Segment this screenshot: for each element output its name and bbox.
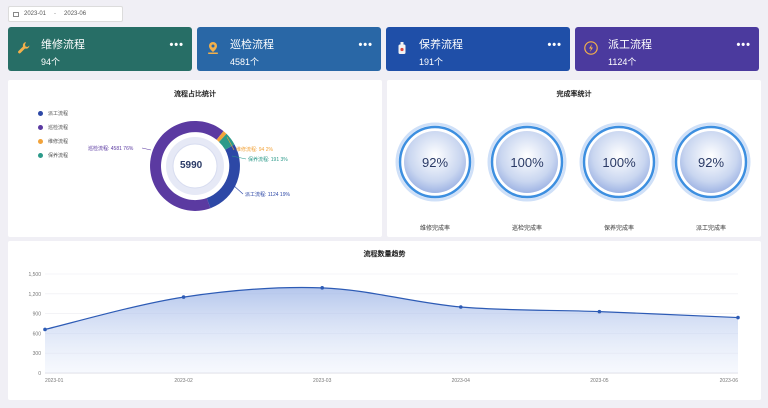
gauge-label: 派工完成率 [695, 226, 726, 232]
gauge-value: 100% [602, 155, 636, 170]
gauge-label: 保养完成率 [603, 226, 634, 232]
more-icon[interactable]: ••• [358, 39, 373, 51]
data-point [597, 309, 602, 314]
process-ratio-panel: 流程占比统计 派工流程 巡检流程 维修流程 保养流程 5990 巡检流程: 45… [8, 80, 382, 237]
data-point [736, 315, 740, 320]
lightning-icon [584, 41, 598, 55]
x-tick-label: 2023-05 [590, 378, 609, 384]
card-title: 保养流程 [419, 39, 463, 51]
y-tick-label: 0 [38, 371, 41, 377]
donut-total: 5990 [180, 160, 203, 171]
completion-rate-panel: 完成率统计 92% 100% 100% 92% 维修完成率 巡检完成率 保养完成… [387, 80, 761, 237]
y-tick-label: 600 [33, 331, 42, 337]
card-inspection[interactable]: 巡检流程 4581个 ••• [197, 27, 381, 71]
x-tick-label: 2023-01 [45, 378, 64, 384]
x-tick-label: 2023-06 [720, 378, 739, 384]
card-title: 派工流程 [608, 39, 652, 51]
slice-label-paigong: 派工流程: 1124 19% [245, 192, 290, 198]
card-dispatch[interactable]: 派工流程 1124个 ••• [575, 27, 759, 71]
gauge-label: 维修完成率 [419, 226, 450, 232]
card-maintenance[interactable]: 保养流程 191个 ••• [386, 27, 570, 71]
x-tick-label: 2023-02 [174, 378, 193, 384]
card-count: 94个 [41, 57, 61, 67]
date-end[interactable]: 2023-06 [64, 11, 86, 17]
card-count: 191个 [419, 57, 444, 67]
slice-label-weixiu: 维修流程: 94 2% [236, 147, 273, 153]
data-point [43, 327, 47, 332]
card-title: 维修流程 [41, 39, 85, 51]
y-tick-label: 1,500 [28, 272, 41, 278]
trend-panel: 流程数量趋势 0 300 600 900 1,200 1,500 2023-01 2023-0… [8, 241, 761, 400]
x-tick-label: 2023-03 [313, 378, 332, 384]
more-icon[interactable]: ••• [169, 39, 184, 51]
date-separator: - [54, 11, 57, 17]
card-count: 4581个 [230, 57, 260, 67]
date-start[interactable]: 2023-01 [24, 11, 46, 17]
more-icon[interactable]: ••• [736, 39, 751, 51]
card-title: 巡检流程 [230, 39, 274, 51]
gauge-value: 100% [510, 155, 544, 170]
card-count: 1124个 [608, 57, 637, 67]
y-tick-label: 300 [33, 351, 42, 357]
y-tick-label: 900 [33, 312, 42, 318]
card-repair[interactable]: 维修流程 94个 ••• [8, 27, 192, 71]
gauge-value: 92% [421, 155, 449, 170]
map-pin-icon [208, 42, 218, 54]
trend-chart: 0 300 600 900 1,200 1,500 2023-01 2023-02 2023-0… [28, 272, 740, 384]
donut-chart [141, 120, 247, 211]
calendar-icon [13, 11, 19, 17]
gauge-label: 巡检完成率 [511, 226, 542, 232]
data-point [320, 286, 325, 290]
bottle-icon [398, 42, 406, 54]
date-range-picker[interactable]: 2023-01 - 2023-06 [8, 6, 123, 22]
more-icon[interactable]: ••• [547, 39, 562, 51]
data-point [181, 295, 186, 299]
series-area [45, 287, 738, 373]
slice-label-xunjian: 巡检流程: 4581 76% [88, 146, 134, 152]
data-point [459, 305, 463, 309]
slice-label-baoyang: 保养流程: 191 3% [248, 157, 288, 163]
gauge-value: 92% [697, 155, 725, 170]
y-tick-label: 1,200 [28, 292, 41, 298]
wrench-icon [18, 42, 30, 54]
x-tick-label: 2023-04 [452, 378, 471, 384]
